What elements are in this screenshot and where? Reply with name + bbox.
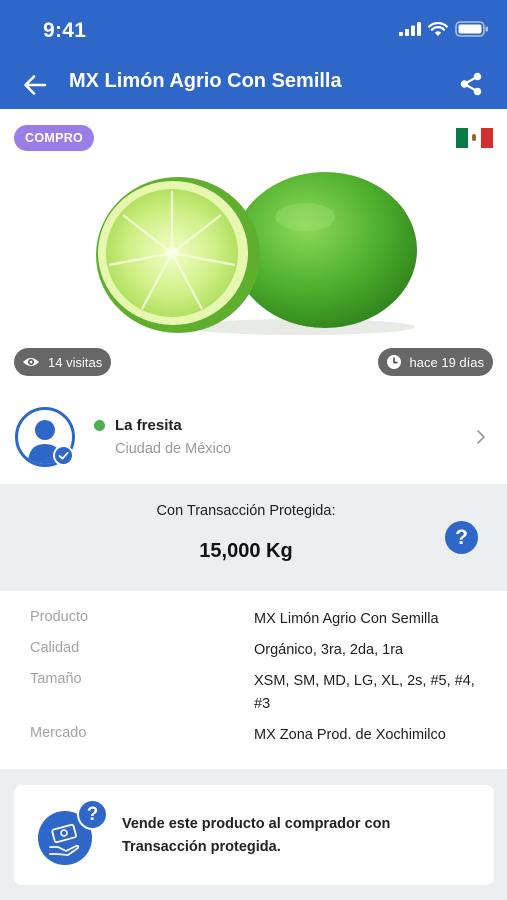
wifi-icon bbox=[428, 21, 448, 36]
posted-age-badge: hace 19 días bbox=[377, 348, 493, 376]
detail-label: Tamaño bbox=[30, 671, 82, 687]
sell-to-buyer-card[interactable]: ? Vende este producto al comprador con T… bbox=[14, 785, 494, 885]
detail-label: Calidad bbox=[30, 640, 80, 656]
sell-card-text: Vende este producto al comprador con Tra… bbox=[122, 816, 391, 855]
lime-illustration bbox=[96, 172, 417, 335]
quantity-value: 15,000 Kg bbox=[199, 540, 293, 562]
seller-name: La fresita bbox=[115, 417, 182, 434]
mexico-flag-icon bbox=[456, 128, 493, 148]
help-button[interactable]: ? bbox=[445, 521, 478, 554]
product-image[interactable]: COMPRO 14 visitas hace 19 días bbox=[0, 109, 507, 391]
views-count: 14 visitas bbox=[48, 354, 103, 370]
page-title: MX Limón Agrio Con Semilla bbox=[69, 70, 342, 92]
eye-icon bbox=[23, 358, 39, 366]
clock-icon bbox=[386, 355, 401, 369]
detail-label: Producto bbox=[30, 609, 89, 625]
online-status-dot bbox=[94, 420, 105, 431]
seller-city: Ciudad de México bbox=[115, 441, 232, 457]
status-time: 9:41 bbox=[43, 19, 87, 42]
protected-transaction-label: Con Transacción Protegida: bbox=[156, 503, 336, 519]
verified-check-icon bbox=[53, 445, 74, 466]
detail-value: XSM, SM, MD, LG, XL, 2s, #5, #4, #3 bbox=[254, 673, 475, 712]
battery-icon bbox=[455, 21, 488, 37]
question-icon: ? bbox=[77, 799, 108, 830]
signal-icon bbox=[399, 22, 421, 36]
share-icon[interactable] bbox=[458, 71, 484, 97]
status-icons bbox=[399, 21, 489, 37]
chevron-right-icon[interactable] bbox=[475, 429, 487, 445]
protected-transaction-panel: Con Transacción Protegida: 15,000 Kg ? bbox=[0, 484, 507, 591]
detail-value: Orgánico, 3ra, 2da, 1ra bbox=[254, 642, 404, 658]
app-header: 9:41 MX Limón Agrio Con Semilla bbox=[0, 0, 507, 109]
views-badge: 14 visitas bbox=[14, 348, 112, 376]
detail-value: MX Zona Prod. de Xochimilco bbox=[254, 727, 446, 743]
arrow-left-icon[interactable] bbox=[22, 72, 48, 98]
listing-type-badge: COMPRO bbox=[14, 125, 95, 151]
posted-age: hace 19 días bbox=[409, 354, 484, 370]
detail-value: MX Limón Agrio Con Semilla bbox=[254, 611, 439, 627]
product-details: Producto MX Limón Agrio Con Semilla Cali… bbox=[0, 591, 507, 769]
seller-row[interactable]: La fresita Ciudad de México bbox=[0, 391, 507, 484]
detail-label: Mercado bbox=[30, 725, 87, 741]
